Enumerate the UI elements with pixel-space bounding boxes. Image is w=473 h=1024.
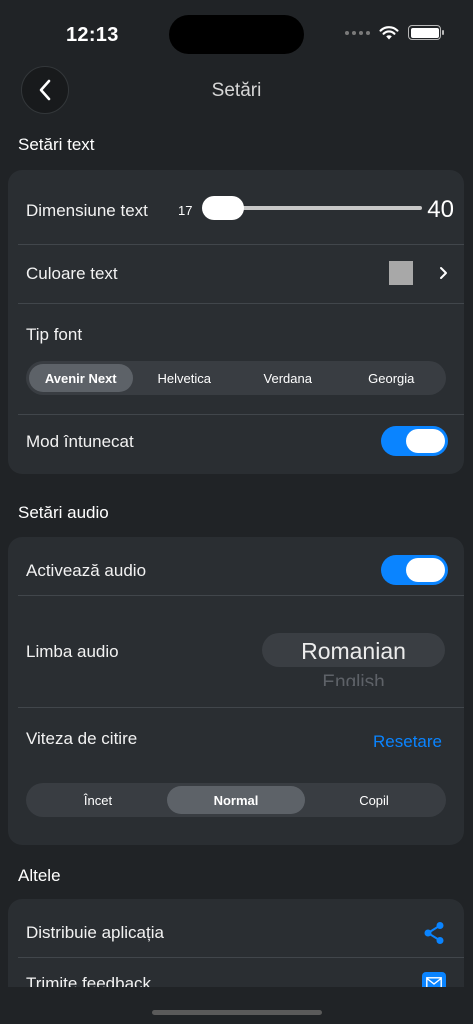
share-app-label: Distribuie aplicația xyxy=(26,923,164,942)
audio-settings-card: Activează audio Limba audio Romanian Eng… xyxy=(8,537,464,845)
section-title-audio-settings: Setări audio xyxy=(18,503,109,522)
home-indicator xyxy=(152,1010,322,1015)
slider-track xyxy=(214,206,422,210)
font-option-verdana[interactable]: Verdana xyxy=(236,364,340,392)
send-feedback-label: Trimite feedback xyxy=(26,974,152,987)
reading-speed-label: Viteza de citire xyxy=(26,729,138,748)
font-type-segmented-control: Avenir Next Helvetica Verdana Georgia xyxy=(26,361,446,395)
text-color-label: Culoare text xyxy=(26,264,118,283)
share-app-row[interactable]: Distribuie aplicația xyxy=(8,899,464,957)
status-time: 12:13 xyxy=(66,24,119,46)
speed-option-child[interactable]: Copil xyxy=(305,786,443,814)
dynamic-island xyxy=(169,15,304,54)
share-icon[interactable] xyxy=(423,921,445,945)
dark-mode-toggle[interactable] xyxy=(381,426,448,456)
slider-thumb[interactable] xyxy=(202,196,244,220)
audio-language-row: Limba audio Romanian English xyxy=(8,596,464,707)
font-option-helvetica[interactable]: Helvetica xyxy=(133,364,237,392)
font-type-row: Tip font Avenir Next Helvetica Verdana G… xyxy=(8,304,464,414)
dark-mode-row: Mod întunecat xyxy=(8,415,464,474)
dark-mode-label: Mod întunecat xyxy=(26,432,134,451)
reset-button[interactable]: Resetare xyxy=(373,732,442,752)
text-color-row[interactable]: Culoare text xyxy=(8,245,464,303)
speed-option-normal[interactable]: Normal xyxy=(167,786,305,814)
audio-language-label: Limba audio xyxy=(26,642,119,661)
reading-speed-segmented-control: Încet Normal Copil xyxy=(26,783,446,817)
section-title-text-settings: Setări text xyxy=(18,135,95,154)
reading-speed-row: Viteza de citire Resetare Încet Normal C… xyxy=(8,708,464,845)
color-swatch[interactable] xyxy=(389,261,413,285)
speed-option-slow[interactable]: Încet xyxy=(29,786,167,814)
section-title-other: Altele xyxy=(18,866,61,885)
audio-language-selected[interactable]: Romanian xyxy=(262,638,445,665)
text-size-slider[interactable] xyxy=(8,184,464,232)
send-feedback-row[interactable]: Trimite feedback xyxy=(8,958,464,987)
chevron-right-icon xyxy=(440,267,447,279)
font-option-avenir-next[interactable]: Avenir Next xyxy=(29,364,133,392)
cellular-signal-icon xyxy=(345,30,370,35)
other-card: Distribuie aplicația Trimite feedback xyxy=(8,899,464,987)
navigation-bar: Setări xyxy=(0,66,473,114)
enable-audio-toggle[interactable] xyxy=(381,555,448,585)
text-size-value: 40 xyxy=(427,196,454,223)
mail-icon[interactable] xyxy=(422,972,446,987)
wifi-icon xyxy=(379,26,399,40)
status-icons xyxy=(345,25,444,40)
enable-audio-row: Activează audio xyxy=(8,537,464,595)
font-type-label: Tip font xyxy=(26,325,83,344)
text-size-row: Dimensiune text 17 40 xyxy=(8,170,464,244)
audio-language-next-option-clip: English xyxy=(262,671,445,686)
audio-language-next-option[interactable]: English xyxy=(262,671,445,686)
page-title: Setări xyxy=(211,80,262,101)
text-settings-card: Dimensiune text 17 40 Culoare text Tip f… xyxy=(8,170,464,474)
enable-audio-label: Activează audio xyxy=(26,561,147,580)
status-bar: 12:13 xyxy=(0,0,473,60)
font-option-georgia[interactable]: Georgia xyxy=(340,364,444,392)
battery-icon xyxy=(408,25,444,40)
